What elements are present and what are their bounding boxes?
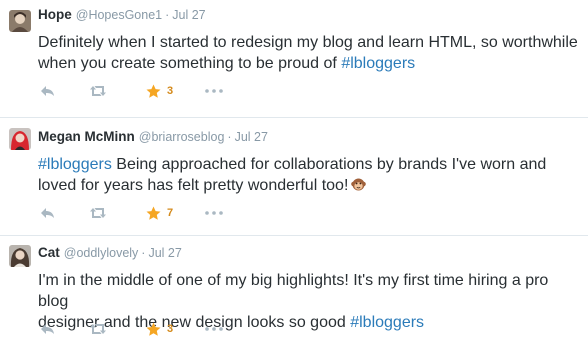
retweet-icon [90, 86, 106, 96]
user-avatar-icon[interactable] [9, 128, 31, 150]
tweet-actions: 7 [38, 204, 298, 222]
tweet[interactable]: Megan McMinn @briarroseblog · Jul 27 #lblog… [0, 118, 588, 236]
tweet-text: #lbloggers Being approached for collabor… [38, 154, 580, 196]
hashtag-link[interactable]: #lbloggers [38, 156, 112, 173]
hashtag-link[interactable]: #lbloggers [341, 55, 415, 72]
retweet-icon [90, 324, 106, 334]
timestamp[interactable]: Jul 27 [235, 130, 268, 144]
hashtag-link[interactable]: #lbloggers [350, 314, 424, 331]
tweet-text: Definitely when I started to redesign my… [38, 32, 580, 74]
favorite-count: 3 [167, 323, 174, 335]
tweet-text-line: I'm in the middle of one of my big highl… [38, 272, 549, 310]
reply-icon [41, 324, 54, 334]
star-icon [146, 206, 161, 220]
favorite-count: 3 [167, 85, 174, 97]
tweet-text-line: loved for years has felt pretty wonderfu… [38, 177, 349, 194]
retweet-button[interactable] [89, 82, 107, 100]
more-icon [205, 211, 223, 215]
reply-icon [41, 86, 54, 96]
separator: · [165, 8, 170, 22]
monkey-face-icon [351, 177, 367, 192]
more-icon [205, 327, 223, 331]
author-handle[interactable]: @HopesGone1 [76, 8, 162, 22]
more-button[interactable] [205, 204, 223, 222]
tweet-actions: 3 [38, 82, 298, 100]
favorite-button[interactable]: 3 [146, 82, 173, 100]
author-name[interactable]: Megan McMinn [38, 129, 135, 144]
separator: · [141, 246, 146, 260]
favorite-button[interactable]: 3 [146, 320, 173, 338]
star-icon [146, 322, 161, 336]
retweet-button[interactable] [89, 320, 107, 338]
reply-button[interactable] [40, 82, 55, 100]
retweet-button[interactable] [89, 204, 107, 222]
tweet-feed: Hope @HopesGone1 · Jul 27 Definitely when I… [0, 0, 588, 352]
tweet-header: Cat @oddlylovely · Jul 27 [38, 244, 182, 262]
author-handle[interactable]: @oddlylovely [64, 246, 139, 260]
author-handle[interactable]: @briarroseblog [139, 130, 225, 144]
more-button[interactable] [205, 82, 223, 100]
favorite-count: 7 [167, 207, 174, 219]
tweet-text-line: Being approached for collaborations by b… [111, 156, 547, 173]
author-name[interactable]: Hope [38, 7, 72, 22]
reply-icon [41, 208, 54, 218]
reply-button[interactable] [40, 204, 55, 222]
reply-button[interactable] [40, 320, 55, 338]
timestamp[interactable]: Jul 27 [148, 246, 181, 260]
star-icon [146, 84, 161, 98]
tweet-text-line: Definitely when I started to redesign my… [38, 34, 578, 51]
tweet-header: Hope @HopesGone1 · Jul 27 [38, 6, 206, 24]
tweet[interactable]: Cat @oddlylovely · Jul 27 I'm in the middle… [0, 236, 588, 352]
tweet-actions: 3 [38, 320, 298, 338]
favorite-button[interactable]: 7 [146, 204, 173, 222]
separator: · [227, 130, 232, 144]
author-name[interactable]: Cat [38, 245, 60, 260]
more-button[interactable] [205, 320, 223, 338]
tweet-text-line: when you create something to be proud of [38, 55, 342, 72]
retweet-icon [90, 208, 106, 218]
more-icon [205, 89, 223, 93]
tweet[interactable]: Hope @HopesGone1 · Jul 27 Definitely when I… [0, 0, 588, 118]
timestamp[interactable]: Jul 27 [172, 8, 205, 22]
tweet-header: Megan McMinn @briarroseblog · Jul 27 [38, 128, 268, 146]
user-avatar-icon[interactable] [9, 245, 31, 267]
user-avatar-icon[interactable] [9, 10, 31, 32]
